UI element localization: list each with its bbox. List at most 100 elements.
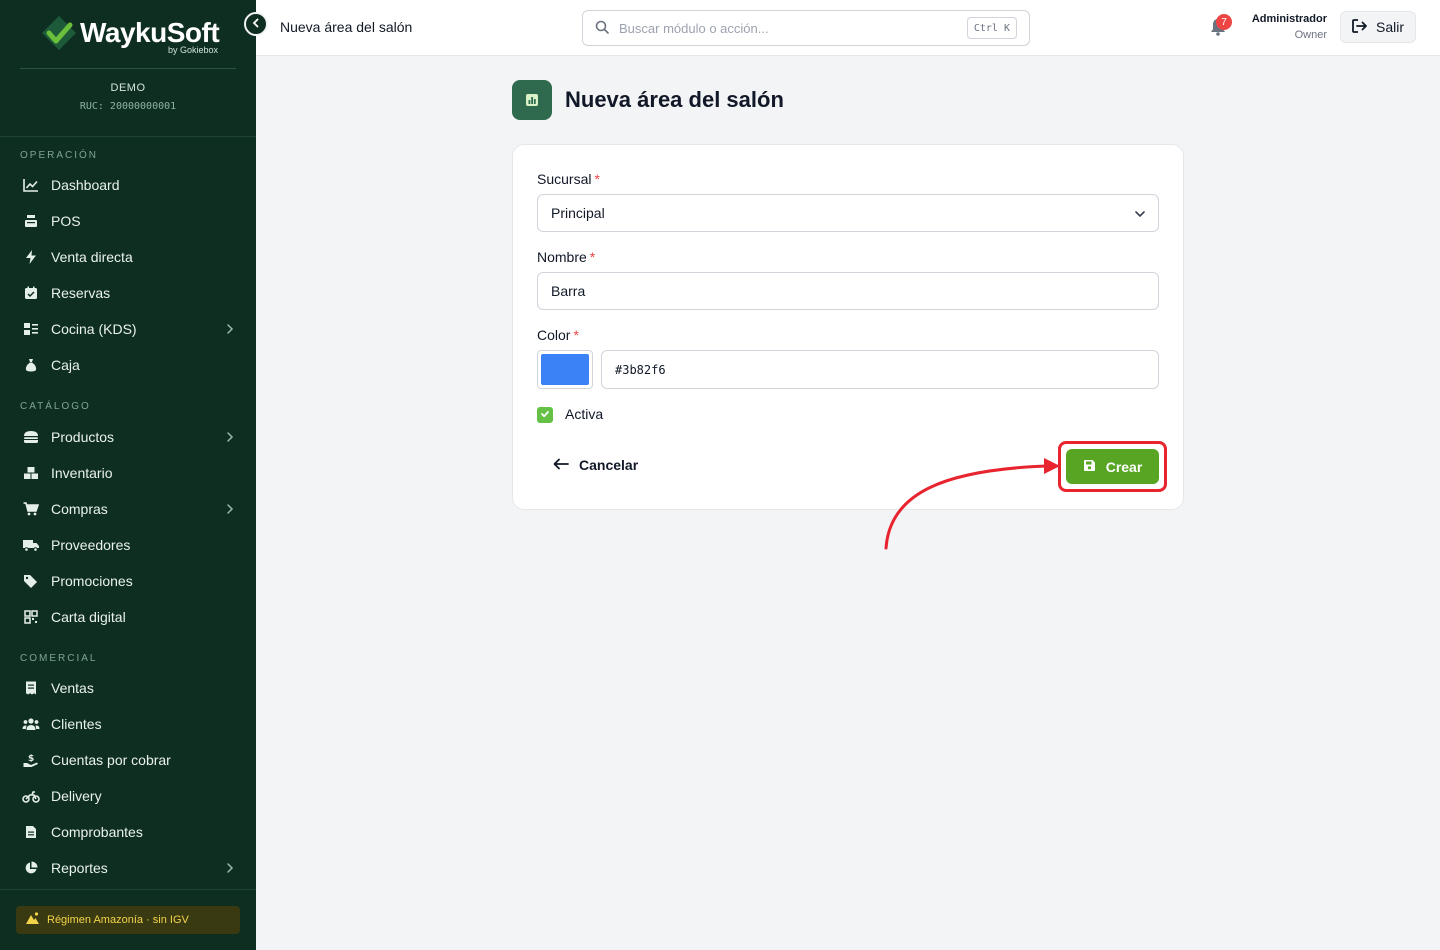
sidebar-item[interactable]: Caja <box>0 347 256 383</box>
create-button[interactable]: Crear <box>1066 449 1159 484</box>
logo-mark-icon <box>40 14 78 52</box>
sidebar-item-label: Cocina (KDS) <box>51 321 137 337</box>
nombre-label-text: Nombre <box>537 249 587 265</box>
search-input[interactable] <box>619 20 949 36</box>
brand-area: WaykuSoft by Gokiebox DEMO RUC: 20000000… <box>0 0 256 137</box>
bolt-icon <box>22 248 40 266</box>
sidebar-item[interactable]: Productos <box>0 419 256 455</box>
sidebar-item-label: Comprobantes <box>51 824 143 840</box>
company-name: DEMO <box>110 82 146 94</box>
arrow-left-icon <box>553 457 569 473</box>
sidebar-item-label: Venta directa <box>51 249 133 265</box>
pie-chart-icon <box>22 859 40 877</box>
logout-icon <box>1352 18 1368 36</box>
file-invoice-icon <box>22 823 40 841</box>
sidebar-item-label: Inventario <box>51 465 113 481</box>
sidebar-item[interactable]: Reservas <box>0 275 256 311</box>
color-label-text: Color <box>537 327 571 343</box>
notifications-badge: 7 <box>1216 14 1232 30</box>
sidebar-section-title: CATÁLOGO <box>20 401 91 412</box>
color-label: Color * <box>537 327 579 343</box>
required-mark: * <box>573 327 579 343</box>
sidebar-item[interactable]: Ventas <box>0 670 256 706</box>
sidebar-item[interactable]: Comprobantes <box>0 814 256 850</box>
cart-icon <box>22 500 40 518</box>
sidebar-item-label: Reservas <box>51 285 111 301</box>
chevron-left-icon <box>251 17 261 31</box>
activa-label: Activa <box>565 406 604 422</box>
sidebar-item[interactable]: Proveedores <box>0 527 256 563</box>
sidebar: WaykuSoft by Gokiebox DEMO RUC: 20000000… <box>0 0 256 950</box>
nombre-value: Barra <box>551 283 586 299</box>
user-name: Administrador <box>1251 13 1327 25</box>
regimen-badge: Régimen Amazonía · sin IGV <box>16 906 240 934</box>
logout-label: Salir <box>1375 19 1404 35</box>
kitchen-icon <box>22 320 40 338</box>
logout-button[interactable]: Salir <box>1340 11 1416 43</box>
create-label: Crear <box>1105 458 1143 475</box>
user-role: Owner <box>1294 29 1327 41</box>
mountain-icon <box>26 911 39 929</box>
color-hex-input[interactable]: #3b82f6 <box>601 350 1159 389</box>
sidebar-item[interactable]: Compras <box>0 491 256 527</box>
activa-checkbox[interactable] <box>537 407 553 423</box>
sucursal-select[interactable]: Principal <box>537 194 1159 232</box>
chevron-right-icon <box>226 861 234 876</box>
nombre-label: Nombre * <box>537 249 595 265</box>
sidebar-item[interactable]: Cocina (KDS) <box>0 311 256 347</box>
hand-dollar-icon: $ <box>22 751 40 769</box>
burger-icon <box>22 428 40 446</box>
boxes-icon <box>22 464 40 482</box>
sucursal-value: Principal <box>551 205 605 221</box>
company-ruc: RUC: 20000000001 <box>79 101 177 112</box>
sidebar-footer-divider <box>0 889 256 890</box>
sidebar-item-label: Promociones <box>51 573 133 589</box>
color-swatch <box>541 354 589 385</box>
sidebar-item-label: POS <box>51 213 81 229</box>
sidebar-item-label: Proveedores <box>51 537 131 553</box>
sidebar-item-label: Reportes <box>51 860 108 876</box>
sidebar-item[interactable]: Venta directa <box>0 239 256 275</box>
color-picker[interactable] <box>537 350 593 389</box>
search-box[interactable]: Ctrl K <box>582 10 1030 46</box>
sidebar-section-title: COMERCIAL <box>20 653 98 664</box>
nombre-input[interactable]: Barra <box>537 272 1159 310</box>
brand-divider <box>20 68 236 69</box>
sidebar-item-label: Cuentas por cobrar <box>51 752 171 768</box>
sidebar-item[interactable]: Delivery <box>0 778 256 814</box>
page-title: Nueva área del salón <box>565 87 784 112</box>
sidebar-item-label: Ventas <box>51 680 94 696</box>
sidebar-item-label: Dashboard <box>51 177 120 193</box>
sidebar-item-label: Clientes <box>51 716 102 732</box>
qr-code-icon <box>22 608 40 626</box>
sidebar-item[interactable]: POS <box>0 203 256 239</box>
sidebar-collapse-button[interactable] <box>244 12 268 36</box>
logo-subtitle: by Gokiebox <box>167 45 218 55</box>
search-shortcut: Ctrl K <box>966 17 1017 39</box>
check-icon <box>540 406 550 424</box>
sidebar-item[interactable]: Clientes <box>0 706 256 742</box>
sucursal-label-text: Sucursal <box>537 171 592 187</box>
sidebar-item[interactable]: Reportes <box>0 850 256 886</box>
sidebar-item-label: Delivery <box>51 788 102 804</box>
sidebar-item-label: Compras <box>51 501 108 517</box>
page-chart-icon <box>512 80 552 120</box>
color-hex-value: #3b82f6 <box>615 362 666 377</box>
sidebar-item[interactable]: Dashboard <box>0 167 256 203</box>
sidebar-item[interactable]: Carta digital <box>0 599 256 635</box>
sidebar-item[interactable]: Inventario <box>0 455 256 491</box>
svg-text:$: $ <box>28 754 34 764</box>
sidebar-item[interactable]: $ Cuentas por cobrar <box>0 742 256 778</box>
receipt-icon <box>22 679 40 697</box>
chevron-down-icon <box>1134 207 1146 223</box>
sidebar-item[interactable]: Promociones <box>0 563 256 599</box>
required-mark: * <box>589 249 596 265</box>
cancel-label: Cancelar <box>579 457 639 473</box>
chevron-right-icon <box>226 502 234 517</box>
users-icon <box>22 715 40 733</box>
tags-icon <box>22 572 40 590</box>
regimen-label: Régimen Amazonía · sin IGV <box>47 914 189 926</box>
cancel-button[interactable]: Cancelar <box>553 457 638 473</box>
sidebar-section-title: OPERACIÓN <box>20 150 99 161</box>
cash-register-icon <box>22 212 40 230</box>
